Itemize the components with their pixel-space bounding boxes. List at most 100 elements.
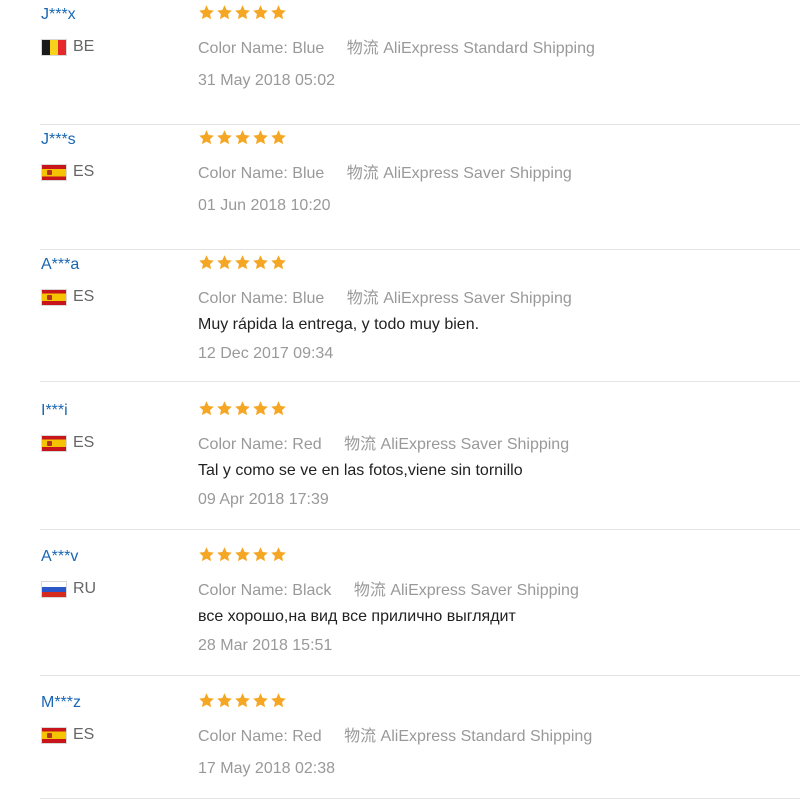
- review-item: I***i ES Color Name: Red 物流 AliExpress S…: [0, 396, 800, 530]
- logistics-label: 物流: [346, 288, 379, 307]
- color-name-label: Color Name:: [198, 436, 288, 453]
- star-icon: [270, 4, 287, 21]
- star-icon: [216, 254, 233, 271]
- star-rating: [198, 129, 288, 146]
- reviewer-name-link[interactable]: A***a: [41, 256, 79, 274]
- flag-ru-icon: [41, 580, 67, 598]
- flag-es-icon: [41, 163, 67, 181]
- color-name-label: Color Name:: [198, 728, 288, 745]
- shipping-method: AliExpress Standard Shipping: [383, 40, 595, 57]
- shipping-method: AliExpress Standard Shipping: [380, 728, 593, 745]
- country-code: ES: [73, 434, 95, 451]
- star-icon: [270, 400, 287, 417]
- star-icon: [216, 546, 233, 563]
- review-date: 31 May 2018 05:02: [198, 72, 335, 89]
- color-name-value: Red: [292, 728, 322, 745]
- star-icon: [216, 129, 233, 146]
- star-icon: [198, 4, 215, 21]
- reviewer-country: RU: [41, 579, 96, 599]
- review-date: 01 Jun 2018 10:20: [198, 197, 331, 214]
- country-code: ES: [73, 163, 95, 180]
- shipping-method: AliExpress Saver Shipping: [390, 582, 579, 599]
- star-icon: [198, 692, 215, 709]
- star-icon: [252, 254, 269, 271]
- divider: [40, 798, 800, 799]
- reviewer-country: ES: [41, 287, 94, 307]
- review-date: 17 May 2018 02:38: [198, 760, 335, 777]
- feedback-list: J***x BE Color Name: Blue 物流 AliExpress …: [0, 0, 800, 800]
- review-item: J***s ES Color Name: Blue 物流 AliExpress …: [0, 125, 800, 250]
- star-rating: [198, 400, 288, 417]
- shipping-method: AliExpress Saver Shipping: [383, 290, 572, 307]
- star-icon: [198, 400, 215, 417]
- color-name-label: Color Name:: [198, 165, 288, 182]
- color-name-label: Color Name:: [198, 582, 288, 599]
- color-name-value: Black: [292, 582, 332, 599]
- star-icon: [252, 692, 269, 709]
- flag-es-icon: [41, 288, 67, 306]
- logistics-label: 物流: [344, 726, 377, 745]
- star-icon: [198, 254, 215, 271]
- flag-be-icon: [41, 38, 67, 56]
- reviewer-country: ES: [41, 725, 94, 745]
- shipping-method: AliExpress Saver Shipping: [383, 165, 572, 182]
- logistics-label: 物流: [346, 38, 379, 57]
- star-icon: [234, 254, 251, 271]
- star-icon: [270, 129, 287, 146]
- star-rating: [198, 4, 288, 21]
- reviewer-name-link[interactable]: I***i: [41, 402, 68, 420]
- review-item: J***x BE Color Name: Blue 物流 AliExpress …: [0, 0, 800, 125]
- divider: [40, 381, 800, 382]
- divider: [40, 675, 800, 676]
- star-icon: [270, 692, 287, 709]
- review-item: A***v RU Color Name: Black 物流 AliExpress…: [0, 542, 800, 676]
- star-icon: [234, 129, 251, 146]
- order-attributes: Color Name: Black 物流 AliExpress Saver Sh…: [198, 576, 579, 600]
- color-name-label: Color Name:: [198, 40, 288, 57]
- star-icon: [252, 400, 269, 417]
- order-attributes: Color Name: Blue 物流 AliExpress Saver Shi…: [198, 159, 572, 183]
- color-name-label: Color Name:: [198, 290, 288, 307]
- review-date: 12 Dec 2017 09:34: [198, 345, 334, 362]
- reviewer-country: ES: [41, 433, 94, 453]
- star-icon: [252, 546, 269, 563]
- divider: [40, 529, 800, 530]
- review-item: M***z ES Color Name: Red 物流 AliExpress S…: [0, 688, 800, 800]
- star-icon: [198, 129, 215, 146]
- review-date: 09 Apr 2018 17:39: [198, 491, 329, 508]
- star-icon: [234, 4, 251, 21]
- star-icon: [198, 546, 215, 563]
- star-icon: [270, 254, 287, 271]
- review-item: A***a ES Color Name: Blue 物流 AliExpress …: [0, 250, 800, 382]
- color-name-value: Red: [292, 436, 322, 453]
- country-code: BE: [73, 38, 95, 55]
- review-text: Tal y como se ve en las fotos,viene sin …: [198, 462, 523, 479]
- country-code: ES: [73, 726, 95, 743]
- star-icon: [252, 129, 269, 146]
- star-icon: [216, 400, 233, 417]
- review-date: 28 Mar 2018 15:51: [198, 637, 333, 654]
- reviewer-name-link[interactable]: A***v: [41, 548, 78, 566]
- country-code: RU: [73, 580, 97, 597]
- flag-es-icon: [41, 726, 67, 744]
- order-attributes: Color Name: Blue 物流 AliExpress Standard …: [198, 34, 595, 58]
- star-icon: [234, 400, 251, 417]
- reviewer-name-link[interactable]: M***z: [41, 694, 81, 712]
- star-icon: [216, 692, 233, 709]
- order-attributes: Color Name: Blue 物流 AliExpress Saver Shi…: [198, 284, 572, 308]
- star-icon: [252, 4, 269, 21]
- logistics-label: 物流: [353, 580, 386, 599]
- reviewer-country: BE: [41, 37, 94, 57]
- reviewer-name-link[interactable]: J***s: [41, 131, 76, 149]
- country-code: ES: [73, 288, 95, 305]
- reviewer-name-link[interactable]: J***x: [41, 6, 76, 24]
- star-icon: [234, 546, 251, 563]
- star-rating: [198, 692, 288, 709]
- reviewer-country: ES: [41, 162, 94, 182]
- star-rating: [198, 254, 288, 271]
- review-text: все хорошо,на вид все прилично выглядит: [198, 608, 516, 625]
- logistics-label: 物流: [346, 163, 379, 182]
- shipping-method: AliExpress Saver Shipping: [380, 436, 570, 453]
- logistics-label: 物流: [344, 434, 377, 453]
- order-attributes: Color Name: Red 物流 AliExpress Saver Ship…: [198, 430, 569, 454]
